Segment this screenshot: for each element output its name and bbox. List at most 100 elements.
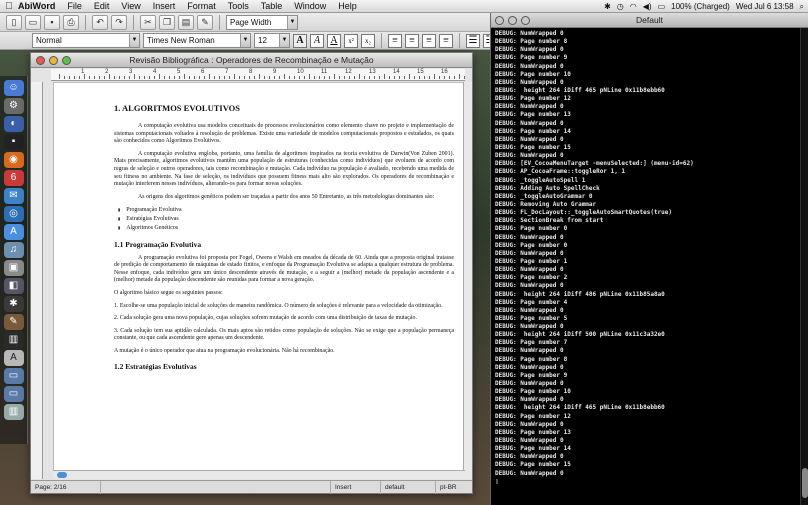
ruler-number: 14 [393, 69, 400, 75]
vertical-ruler[interactable] [31, 82, 43, 479]
vertical-scrollbar[interactable] [463, 82, 472, 479]
cut-icon[interactable]: ✂ [140, 14, 156, 30]
menu-table[interactable]: Table [255, 0, 289, 13]
menu-view[interactable]: View [115, 0, 146, 13]
activity-monitor-icon[interactable]: ▥ [3, 332, 24, 348]
menu-edit[interactable]: Edit [88, 0, 116, 13]
terminal-line: DEBUG: NumWrapped 0 [495, 62, 564, 70]
zoom-icon[interactable] [62, 56, 71, 65]
documents-folder-icon[interactable]: ▭ [3, 386, 24, 402]
bullet-list-icon[interactable]: ☰ [466, 33, 480, 48]
redo-icon[interactable]: ↷ [111, 14, 127, 30]
clock[interactable]: Wed Jul 6 13:58 [736, 2, 794, 11]
copy-icon[interactable]: ❐ [159, 14, 175, 30]
app-store-icon[interactable]: A [3, 224, 24, 240]
chevron-down-icon[interactable]: ▼ [129, 34, 139, 47]
trash-icon[interactable]: ▥ [3, 404, 24, 420]
menu-insert[interactable]: Insert [147, 0, 182, 13]
align-center-icon[interactable]: ≡ [405, 33, 419, 48]
volume-icon[interactable]: ◀) [643, 2, 652, 11]
terminal-line: DEBUG: NumWrapped 0 [495, 266, 564, 274]
itunes-icon[interactable]: ♫ [3, 242, 24, 258]
battery-icon[interactable]: ▭ [658, 2, 666, 11]
safari-icon[interactable]: ◎ [3, 206, 24, 222]
font-select[interactable]: Times New Roman ▼ [143, 33, 251, 48]
terminal-line: DEBUG: NumWrapped 0 [495, 30, 564, 37]
dashboard-icon[interactable]: ◐ [3, 116, 24, 132]
ruler-tick [79, 76, 80, 79]
calendar-icon[interactable]: 6 [3, 170, 24, 186]
menu-help[interactable]: Help [332, 0, 363, 13]
format-painter-icon[interactable]: ✎ [197, 14, 213, 30]
battery-status[interactable]: 100% (Charged) [671, 2, 730, 11]
menu-window[interactable]: Window [288, 0, 332, 13]
ruler-tick [414, 76, 415, 79]
time-machine-icon[interactable]: ◷ [617, 2, 624, 11]
subscript-icon[interactable]: x₂ [361, 33, 375, 48]
bluetooth-icon[interactable]: ✱ [604, 2, 611, 11]
superscript-icon[interactable]: x² [344, 33, 358, 48]
terminal-scrollbar[interactable] [800, 28, 808, 505]
new-document-icon[interactable]: ▯ [6, 14, 22, 30]
bluetooth-app-icon[interactable]: ✱ [3, 296, 24, 312]
horizontal-scrollbar[interactable] [53, 470, 465, 479]
terminal-output[interactable]: DEBUG: NumWrapped 0 DEBUG: Page number 8D… [493, 30, 799, 505]
align-left-icon[interactable]: ≡ [388, 33, 402, 48]
open-folder-icon[interactable]: ▭ [25, 14, 41, 30]
system-preferences-icon[interactable]: ⚙ [3, 98, 24, 114]
spotlight-icon[interactable]: ⌕ [800, 2, 804, 12]
menu-format[interactable]: Format [181, 0, 222, 13]
script-editor-icon[interactable]: ✎ [3, 314, 24, 330]
terminal-line: DEBUG: height 264 iDiff 486 pNLine 0x11b… [495, 290, 665, 298]
style-select[interactable]: Normal ▼ [32, 33, 140, 48]
paste-icon[interactable]: ▤ [178, 14, 194, 30]
align-right-icon[interactable]: ≡ [422, 33, 436, 48]
align-justify-icon[interactable]: ≡ [439, 33, 453, 48]
document-titlebar[interactable]: Revisão Bibliográfica : Operadores de Re… [31, 53, 472, 68]
ruler-number: 3 [129, 69, 133, 75]
undo-icon[interactable]: ↶ [92, 14, 108, 30]
wifi-icon[interactable]: ◠ [630, 2, 637, 11]
paragraph: O algoritmo básico segue os seguintes pa… [114, 289, 223, 296]
close-icon[interactable] [495, 16, 504, 25]
list-item: Estratégias Evolutivas [118, 215, 454, 224]
minimize-icon[interactable] [508, 16, 517, 25]
chevron-down-icon[interactable]: ▼ [287, 15, 297, 29]
scroll-thumb[interactable] [57, 472, 67, 478]
separator [381, 33, 382, 48]
minimize-icon[interactable] [49, 56, 58, 65]
menu-file[interactable]: File [61, 0, 88, 13]
ruler-number: 2 [105, 69, 109, 75]
firefox-icon[interactable]: ◉ [3, 152, 24, 168]
scroll-thumb[interactable] [802, 468, 808, 498]
menu-tools[interactable]: Tools [222, 0, 255, 13]
font-size-select[interactable]: 12 ▼ [254, 33, 290, 48]
ruler-tick [179, 76, 180, 79]
save-icon[interactable]: ▪ [44, 14, 60, 30]
close-icon[interactable] [36, 56, 45, 65]
finder-icon[interactable]: ☺ [3, 80, 24, 96]
chevron-down-icon[interactable]: ▼ [240, 34, 250, 47]
ruler-tick [334, 74, 335, 79]
terminal-titlebar[interactable]: Default [491, 13, 808, 28]
document-page[interactable]: 1. ALGORITMOS EVOLUTIVOS A computação ev… [53, 82, 465, 476]
zoom-icon[interactable] [521, 16, 530, 25]
horizontal-ruler[interactable]: 1 2 3 4 5 6 7 8 9 10 11 12 13 14 15 16 [51, 69, 465, 81]
terminal-icon[interactable]: ▪ [3, 134, 24, 150]
preview-icon[interactable]: ▣ [3, 260, 24, 276]
apple-menu-icon[interactable]:  [0, 1, 14, 12]
underline-icon[interactable]: A [327, 33, 341, 48]
terminal-line: DEBUG: NumWrapped 0 [495, 46, 564, 54]
photo-icon[interactable]: ◧ [3, 278, 24, 294]
abiword-icon[interactable]: A [3, 350, 24, 366]
chevron-down-icon[interactable]: ▼ [279, 34, 289, 47]
mail-icon[interactable]: ✉ [3, 188, 24, 204]
zoom-select[interactable]: Page Width ▼ [226, 14, 298, 30]
print-icon[interactable]: ⎙ [63, 14, 79, 30]
ruler-tick [129, 76, 130, 79]
insert-mode: Insert [331, 481, 381, 494]
italic-icon[interactable]: A [310, 33, 324, 48]
app-menu[interactable]: AbiWord [14, 0, 61, 13]
folder-icon[interactable]: ▭ [3, 368, 24, 384]
bold-icon[interactable]: A [293, 33, 307, 48]
